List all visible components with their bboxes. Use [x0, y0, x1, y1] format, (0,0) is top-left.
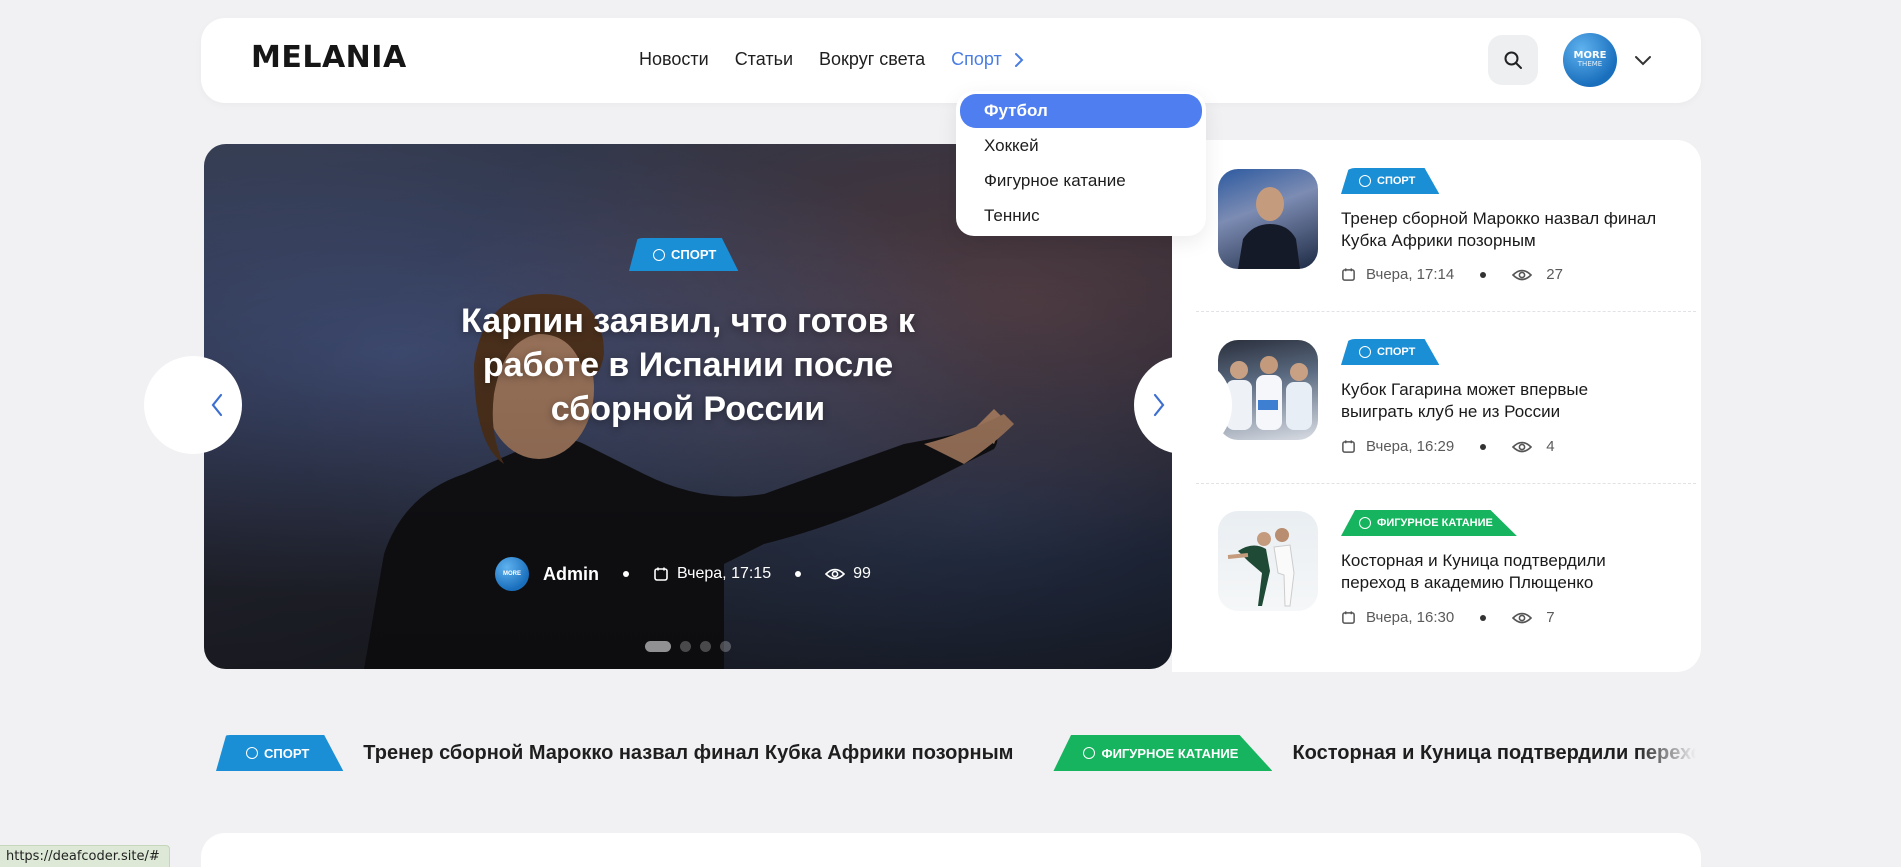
sport-dropdown-menu: Футбол Хоккей Фигурное катание Теннис	[956, 91, 1206, 236]
news-meta: Вчера, 17:14 27	[1341, 266, 1563, 283]
slider-dot[interactable]	[700, 641, 711, 652]
news-views: 27	[1546, 266, 1563, 283]
chevron-right-icon	[1153, 393, 1165, 417]
hero-views: 99	[853, 565, 871, 582]
news-thumbnail[interactable]	[1218, 340, 1318, 440]
category-badge[interactable]: спорт	[1341, 339, 1440, 365]
hero-title[interactable]: Карпин заявил, что готов к работе в Испа…	[428, 299, 948, 431]
news-date: Вчера, 16:30	[1366, 609, 1455, 626]
main-nav: Новости Статьи Вокруг света Спорт	[639, 49, 1030, 70]
news-meta: Вчера, 16:30 7	[1341, 609, 1555, 626]
search-icon	[1504, 51, 1522, 69]
nav-item-news[interactable]: Новости	[639, 49, 709, 70]
status-bar-url: https://deafcoder.site/#	[0, 845, 170, 867]
slider-next-button[interactable]	[1134, 356, 1232, 454]
category-icon	[246, 747, 258, 759]
calendar-icon	[654, 567, 668, 581]
news-title[interactable]: Кубок Гагарина может впервые выиграть кл…	[1341, 379, 1661, 423]
category-icon	[1083, 747, 1096, 759]
user-avatar[interactable]: MORE THEME	[1563, 33, 1617, 87]
ticker-category-badge[interactable]: спорт	[216, 735, 344, 771]
list-item[interactable]: спорт Тренер сборной Марокко назвал фина…	[1196, 140, 1696, 312]
author-avatar: MORE	[495, 557, 529, 591]
dropdown-item-figure-skating[interactable]: Фигурное катание	[960, 164, 1202, 198]
news-ticker: спорт Тренер сборной Марокко назвал фина…	[216, 734, 1696, 772]
site-header: MELANIA Новости Статьи Вокруг света Спор…	[201, 18, 1701, 103]
category-icon	[1359, 517, 1371, 529]
ticker-category-badge[interactable]: фигурное катание	[1053, 735, 1273, 771]
nav-item-world[interactable]: Вокруг света	[819, 49, 925, 70]
slider-prev-button[interactable]	[144, 356, 242, 454]
eye-icon	[825, 568, 846, 580]
calendar-icon	[1342, 440, 1355, 453]
slider-dot[interactable]	[645, 641, 671, 652]
chevron-down-icon[interactable]	[1633, 50, 1653, 70]
eye-icon	[1512, 612, 1533, 623]
list-item[interactable]: спорт Кубок Гагарина может впервые выигр…	[1196, 311, 1696, 484]
category-badge[interactable]: фигурное катание	[1341, 510, 1517, 536]
category-badge[interactable]: спорт	[1341, 168, 1440, 194]
calendar-icon	[1342, 611, 1355, 624]
news-thumbnail[interactable]	[1218, 511, 1318, 611]
site-logo[interactable]: MELANIA	[251, 40, 407, 75]
category-icon	[653, 248, 665, 261]
category-icon	[1359, 346, 1371, 358]
calendar-icon	[1342, 268, 1355, 281]
category-icon	[1359, 175, 1371, 187]
hero-category-badge[interactable]: спорт	[629, 238, 739, 271]
hero-date: Вчера, 17:15	[677, 565, 772, 582]
content-card	[201, 833, 1701, 867]
hero-meta: MORE Admin Вчера, 17:15 99	[495, 557, 871, 591]
news-date: Вчера, 16:29	[1366, 438, 1455, 455]
nav-item-sport[interactable]: Спорт	[951, 49, 1002, 70]
dropdown-item-hockey[interactable]: Хоккей	[960, 129, 1202, 163]
slider-pagination	[645, 641, 731, 652]
dropdown-item-tennis[interactable]: Теннис	[960, 199, 1202, 233]
slider-dot[interactable]	[680, 641, 691, 652]
news-date: Вчера, 17:14	[1366, 266, 1455, 283]
list-item[interactable]: фигурное катание Косторная и Куница подт…	[1196, 483, 1696, 656]
eye-icon	[1512, 441, 1533, 452]
chevron-left-icon	[211, 393, 223, 417]
slider-dot[interactable]	[720, 641, 731, 652]
author-name[interactable]: Admin	[543, 564, 599, 585]
nav-item-articles[interactable]: Статьи	[735, 49, 793, 70]
news-views: 7	[1546, 609, 1555, 626]
dropdown-item-football[interactable]: Футбол	[960, 94, 1202, 128]
news-title[interactable]: Тренер сборной Марокко назвал финал Кубк…	[1341, 208, 1661, 252]
eye-icon	[1512, 269, 1533, 280]
news-meta: Вчера, 16:29 4	[1341, 438, 1555, 455]
search-button[interactable]	[1488, 35, 1538, 85]
ticker-headline[interactable]: Тренер сборной Марокко назвал финал Кубк…	[363, 742, 1013, 765]
news-views: 4	[1546, 438, 1555, 455]
chevron-right-icon[interactable]	[1014, 50, 1030, 70]
news-thumbnail[interactable]	[1218, 169, 1318, 269]
side-news-list: спорт Тренер сборной Марокко назвал фина…	[1172, 140, 1701, 672]
news-title[interactable]: Косторная и Куница подтвердили переход в…	[1341, 550, 1661, 594]
